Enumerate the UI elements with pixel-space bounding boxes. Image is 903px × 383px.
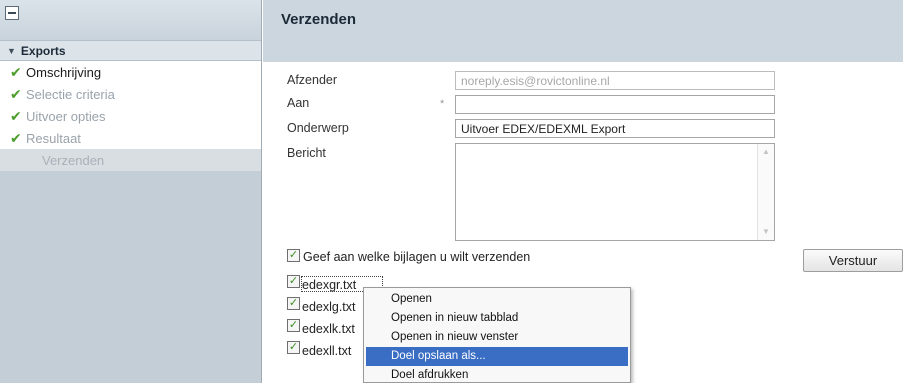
to-field[interactable]	[455, 95, 775, 114]
attachments-checkbox[interactable]: ✓	[287, 249, 300, 262]
sidebar-section-title: Exports	[20, 43, 66, 58]
context-menu: Openen Openen in nieuw tabblad Openen in…	[363, 287, 631, 383]
attachment-link-edexlg[interactable]: edexlg.txt	[302, 300, 356, 314]
sidebar-item-verzenden[interactable]: Verzenden	[0, 149, 261, 171]
send-button[interactable]: Verstuur	[803, 249, 903, 272]
sender-label: Afzender	[287, 73, 338, 87]
sidebar-item-selectie-criteria[interactable]: ✔ Selectie criteria	[0, 83, 261, 105]
sidebar-item-label: Selectie criteria	[26, 86, 115, 102]
sidebar-item-label: Verzenden	[42, 152, 105, 168]
wizard-sidebar: ▼ Exports ✔ Omschrijving ✔ Selectie crit…	[0, 0, 262, 383]
subject-field[interactable]: Uitvoer EDEX/EDEXML Export	[455, 119, 775, 138]
scroll-down-icon[interactable]: ▼	[761, 227, 771, 237]
menu-item-open[interactable]: Openen	[364, 290, 630, 309]
sidebar-steps: ✔ Omschrijving ✔ Selectie criteria ✔ Uit…	[0, 61, 261, 171]
sidebar-item-uitvoer-opties[interactable]: ✔ Uitvoer opties	[0, 105, 261, 127]
required-marker: *	[440, 98, 445, 110]
triangle-down-icon: ▼	[7, 45, 16, 56]
menu-item-save-target-as[interactable]: Doel opslaan als...	[366, 347, 628, 366]
attachment-checkbox-edexgr[interactable]: ✓	[287, 275, 300, 288]
attachments-toggle-label: Geef aan welke bijlagen u wilt verzenden	[303, 250, 531, 264]
sidebar-item-label: Resultaat	[26, 130, 81, 146]
attachment-checkbox-edexlg[interactable]: ✓	[287, 297, 300, 310]
attachment-checkbox-edexlk[interactable]: ✓	[287, 319, 300, 332]
menu-item-print-target[interactable]: Doel afdrukken	[364, 366, 630, 383]
sender-field: noreply.esis@rovictonline.nl	[455, 71, 775, 90]
attachment-checkbox-edexll[interactable]: ✓	[287, 341, 300, 354]
sidebar-toolbar	[0, 0, 261, 40]
menu-item-open-new-window[interactable]: Openen in nieuw venster	[364, 328, 630, 347]
sidebar-item-label: Uitvoer opties	[26, 108, 106, 124]
sidebar-item-resultaat[interactable]: ✔ Resultaat	[0, 127, 261, 149]
checkmark-icon: ✔	[10, 85, 22, 102]
page-header: Verzenden	[263, 0, 903, 62]
message-textarea[interactable]: ▲ ▼	[455, 143, 775, 241]
checkmark-icon: ✔	[10, 107, 22, 124]
menu-item-open-new-tab[interactable]: Openen in nieuw tabblad	[364, 309, 630, 328]
collapse-icon[interactable]	[5, 6, 19, 20]
to-label: Aan	[287, 96, 310, 110]
sidebar-item-omschrijving[interactable]: ✔ Omschrijving	[0, 61, 261, 83]
sidebar-section-header[interactable]: ▼ Exports	[0, 40, 261, 61]
attachment-link-edexlk[interactable]: edexlk.txt	[302, 322, 355, 336]
checkmark-icon: ✔	[10, 129, 22, 146]
page-title: Verzenden	[281, 11, 357, 28]
attachment-link-edexll[interactable]: edexll.txt	[302, 344, 351, 358]
message-label: Bericht	[287, 146, 326, 160]
subject-label: Onderwerp	[287, 121, 349, 135]
scroll-up-icon[interactable]: ▲	[761, 147, 771, 157]
checkmark-icon: ✔	[10, 63, 22, 80]
sidebar-item-label: Omschrijving	[26, 64, 102, 80]
textarea-scrollbar[interactable]: ▲ ▼	[757, 144, 774, 240]
